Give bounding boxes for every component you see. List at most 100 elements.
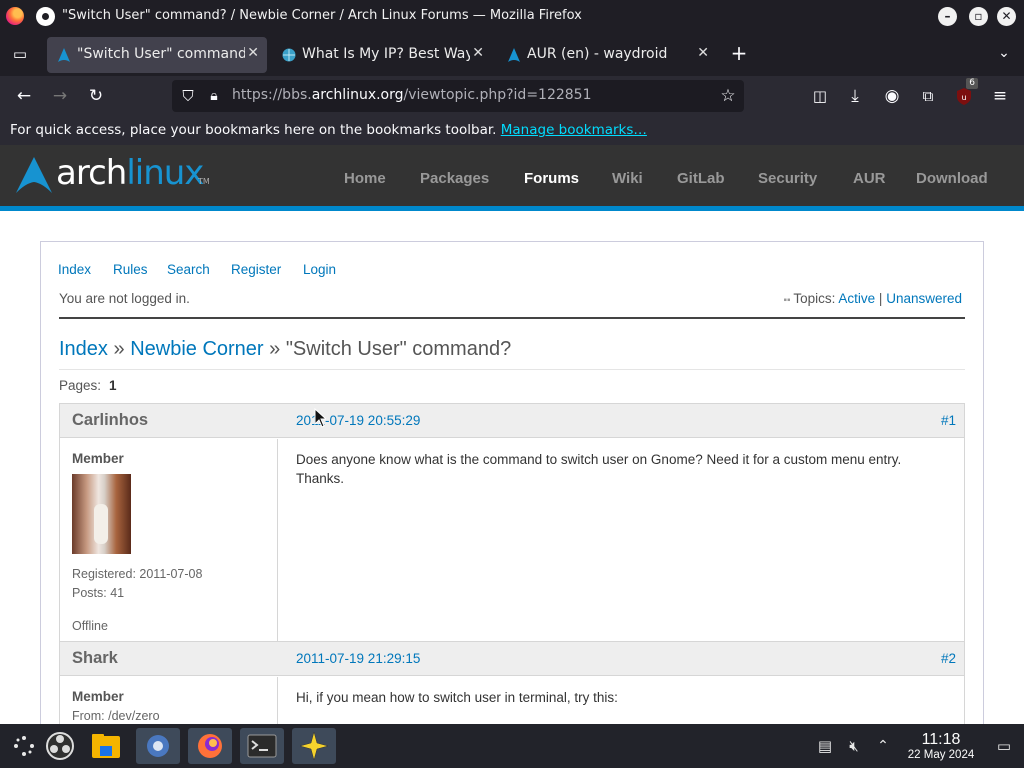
- link-rules[interactable]: Rules: [113, 262, 148, 277]
- page-content: Index Rules Search Register Login You ar…: [0, 211, 1024, 761]
- tab-bar: ▭ "Switch User" command? ✕ What Is My IP…: [0, 33, 1024, 76]
- user-location: From: /dev/zero: [72, 709, 160, 723]
- bookmark-star-icon[interactable]: ☆: [716, 84, 740, 108]
- topics-links: ▪▪ Topics: Active | Unanswered: [783, 291, 962, 306]
- logo-tm: TM: [198, 177, 210, 186]
- post-header: Shark 2011-07-19 21:29:15 #2: [60, 642, 964, 676]
- ublock-icon[interactable]: u 6: [952, 78, 978, 108]
- list-tabs-icon[interactable]: ⌄: [992, 41, 1016, 65]
- post-header: Carlinhos 2011-07-19 20:55:29 #1: [60, 404, 964, 438]
- close-window-icon[interactable]: ✕: [997, 7, 1016, 26]
- downloads-icon[interactable]: ⤓: [843, 84, 867, 108]
- clock-date: 22 May 2024: [907, 749, 975, 761]
- account-icon[interactable]: ◉: [880, 84, 904, 108]
- link-index[interactable]: Index: [58, 262, 91, 277]
- back-icon[interactable]: ←: [12, 84, 36, 108]
- svg-text:u: u: [961, 93, 966, 102]
- archlinux-logo[interactable]: archlinux TM: [16, 153, 210, 193]
- pagination: Pages: 1: [59, 378, 117, 393]
- app-menu-icon[interactable]: ≡: [988, 84, 1012, 108]
- lock-icon[interactable]: 🔒︎: [202, 84, 226, 108]
- post-author-info: Member Registered: 2011-07-08 Posts: 41 …: [60, 439, 278, 641]
- pocket-icon[interactable]: ◫: [808, 84, 832, 108]
- tab-overview-icon[interactable]: ▭: [8, 42, 32, 66]
- current-page: 1: [109, 378, 117, 393]
- breadcrumb-forum[interactable]: Newbie Corner: [130, 338, 263, 360]
- tab-close-icon[interactable]: ✕: [697, 45, 709, 61]
- link-search[interactable]: Search: [167, 262, 210, 277]
- window-titlebar: "Switch User" command? / Newbie Corner /…: [0, 0, 1024, 33]
- spark-app-icon[interactable]: [292, 728, 336, 764]
- nav-wiki[interactable]: Wiki: [612, 170, 643, 187]
- avatar: [72, 474, 131, 554]
- tab-what-is-my-ip[interactable]: What Is My IP? Best Way ✕: [272, 37, 492, 73]
- topics-active-link[interactable]: Active: [838, 291, 875, 306]
- clipboard-icon[interactable]: ▤: [813, 734, 837, 758]
- registered-date: Registered: 2011-07-08: [72, 567, 203, 581]
- online-status: Offline: [72, 619, 108, 633]
- link-login[interactable]: Login: [303, 262, 336, 277]
- nav-gitlab[interactable]: GitLab: [677, 170, 725, 187]
- show-desktop-icon[interactable]: ▭: [992, 734, 1016, 758]
- forward-icon[interactable]: →: [48, 84, 72, 108]
- arch-logo-icon: [16, 157, 52, 193]
- tab-aur-waydroid[interactable]: AUR (en) - waydroid ✕: [497, 37, 717, 73]
- nav-aur[interactable]: AUR: [853, 170, 886, 187]
- post-number-link[interactable]: #1: [941, 413, 956, 428]
- breadcrumb-topic: "Switch User" command?: [285, 338, 512, 360]
- new-tab-icon[interactable]: +: [727, 41, 751, 65]
- login-status: You are not logged in.: [59, 291, 190, 306]
- post-1: Carlinhos 2011-07-19 20:55:29 #1 Member …: [59, 403, 965, 642]
- tab-close-icon[interactable]: ✕: [472, 45, 484, 61]
- reload-icon[interactable]: ↻: [84, 84, 108, 108]
- clock-time: 11:18: [921, 731, 961, 748]
- minimize-icon[interactable]: –: [938, 7, 957, 26]
- logo-text-linux: linux: [126, 153, 204, 193]
- file-manager-icon[interactable]: [84, 728, 128, 764]
- post-author: Shark: [72, 649, 118, 667]
- maximize-icon[interactable]: ▫: [969, 7, 988, 26]
- mouse-cursor-icon: [314, 408, 326, 428]
- tab-switch-user[interactable]: "Switch User" command? ✕: [47, 37, 267, 73]
- post-body: Does anyone know what is the command to …: [296, 452, 902, 486]
- arch-favicon-icon: [58, 48, 70, 62]
- post-date-link[interactable]: 2011-07-19 21:29:15: [296, 651, 420, 666]
- arch-header: archlinux TM Home Packages Forums Wiki G…: [0, 145, 1024, 206]
- manage-bookmarks-link[interactable]: Manage bookmarks…: [501, 122, 647, 138]
- breadcrumb: Index » Newbie Corner » "Switch User" co…: [59, 338, 512, 360]
- shield-icon[interactable]: ⛉: [176, 84, 200, 108]
- settings-app-icon[interactable]: [136, 728, 180, 764]
- nav-home[interactable]: Home: [344, 170, 386, 187]
- bookmarks-message: For quick access, place your bookmarks h…: [10, 122, 497, 138]
- arch-favicon-icon: [508, 48, 520, 62]
- taskbar: ▤ 🔇︎ ⌃ 11:18 22 May 2024 ▭: [0, 724, 1024, 768]
- topics-unanswered-link[interactable]: Unanswered: [886, 291, 962, 306]
- system-tray-expand-icon[interactable]: ⌃: [871, 734, 895, 758]
- clock[interactable]: 11:18 22 May 2024: [900, 731, 982, 761]
- firefox-logo-icon: [6, 7, 24, 25]
- nav-forums[interactable]: Forums: [524, 170, 579, 187]
- obs-icon[interactable]: [38, 728, 82, 764]
- nav-security[interactable]: Security: [758, 170, 817, 187]
- nav-download[interactable]: Download: [916, 170, 988, 187]
- address-bar[interactable]: ⛉ 🔒︎ https://bbs.archlinux.org/viewtopic…: [172, 80, 744, 112]
- extensions-icon[interactable]: ⧉: [916, 84, 940, 108]
- terminal-icon[interactable]: [240, 728, 284, 764]
- url-text[interactable]: https://bbs.archlinux.org/viewtopic.php?…: [232, 87, 592, 103]
- user-rank: Member: [72, 689, 124, 704]
- post-author: Carlinhos: [72, 411, 149, 429]
- logo-text-arch: arch: [56, 153, 127, 193]
- tab-close-icon[interactable]: ✕: [247, 45, 259, 61]
- ublock-badge: 6: [966, 78, 978, 89]
- globe-favicon-icon: [282, 48, 296, 62]
- breadcrumb-index[interactable]: Index: [59, 338, 108, 360]
- divider: [59, 369, 965, 370]
- user-rank: Member: [72, 451, 124, 466]
- post-number-link[interactable]: #2: [941, 651, 956, 666]
- rss-bullet-icon: ▪▪: [783, 295, 794, 306]
- volume-muted-icon[interactable]: 🔇︎: [842, 734, 866, 758]
- post-count: Posts: 41: [72, 586, 125, 600]
- firefox-taskbar-icon[interactable]: [188, 728, 232, 764]
- link-register[interactable]: Register: [231, 262, 281, 277]
- nav-packages[interactable]: Packages: [420, 170, 489, 187]
